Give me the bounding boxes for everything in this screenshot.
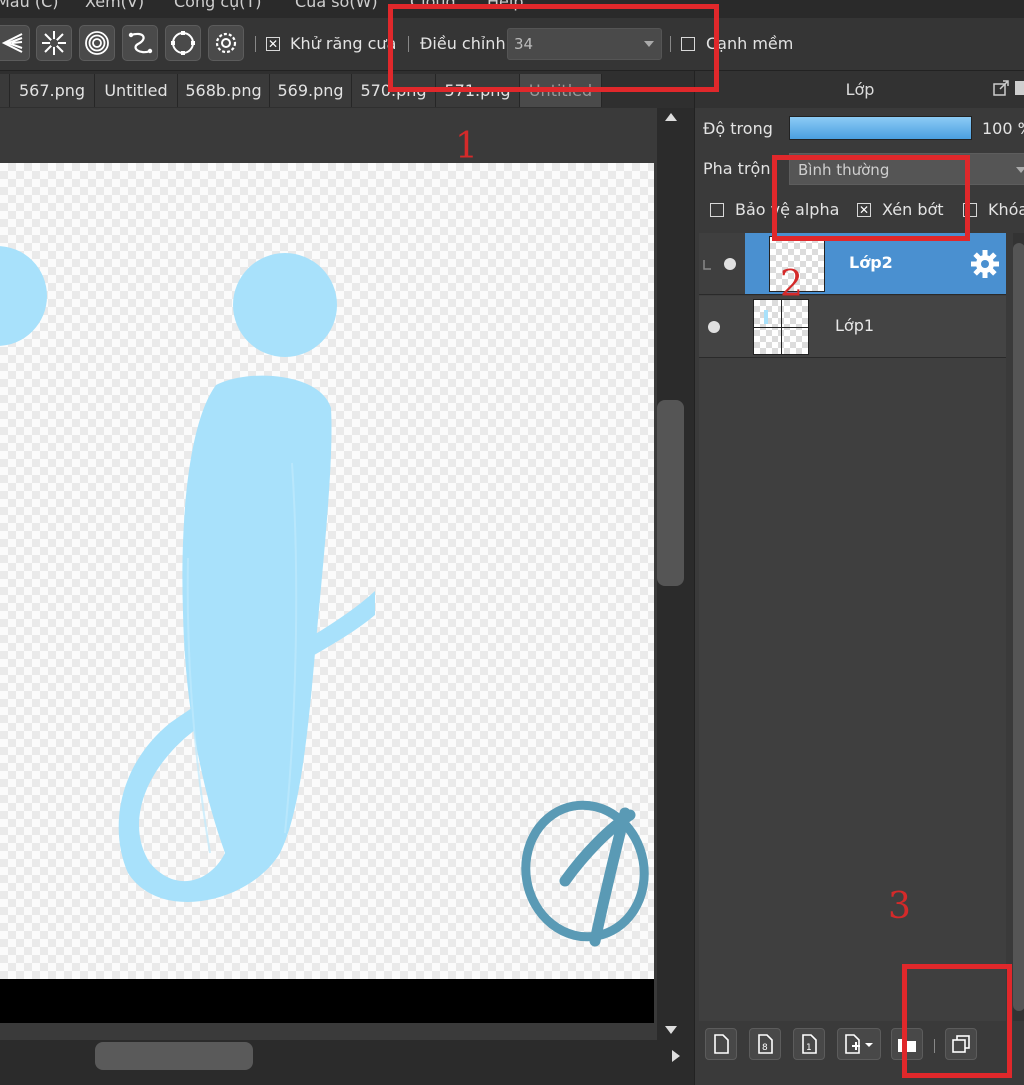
tab-document[interactable]: 569.png [270,74,352,107]
concentric-ruler-icon [85,31,109,55]
new-1bit-layer-icon: 1 [802,1034,817,1054]
layer-panel-title: Lớp [695,71,1024,108]
layer-name[interactable]: Lớp2 [849,253,893,272]
canvas-horizontal-scrollbar[interactable] [0,1040,685,1074]
canvas-area[interactable] [0,108,657,1040]
tab-document[interactable]: 568b.png [178,74,270,107]
annotation-box-3 [902,964,1012,1078]
chevron-down-icon [1016,167,1024,173]
visibility-eye-icon[interactable] [708,321,720,333]
horizontal-scroll-thumb[interactable] [95,1042,253,1070]
canvas-bottom-strip [0,1023,654,1040]
toolbar-separator [255,36,256,52]
lock-label: Khóa [988,200,1024,219]
scroll-right-icon[interactable] [671,1050,681,1062]
annotation-box-1 [388,4,719,92]
soft-edge-label: Cạnh mềm [706,34,794,53]
new-1bit-layer-button[interactable]: 1 [793,1028,825,1060]
add-layer-menu-icon [845,1034,873,1054]
new-8bit-layer-icon: 8 [758,1034,773,1054]
opacity-label: Độ trong [703,119,773,138]
opacity-slider[interactable] [789,116,972,140]
protect-alpha-checkbox[interactable] [710,203,724,217]
canvas-black-band [0,979,654,1023]
ruler-settings-icon [215,32,237,54]
layer-row-lop1[interactable]: Lớp1 [699,296,1006,358]
ruler-settings-button[interactable] [208,25,244,61]
radial-ruler-button[interactable] [36,25,72,61]
tab-document[interactable]: Untitled [95,74,178,107]
layer-thumbnail [753,299,809,355]
menu-color[interactable]: Màu (C) [0,0,59,11]
blend-label: Pha trộn [703,159,771,178]
clip-arrow-icon [703,260,711,270]
undock-icon[interactable] [993,80,1009,96]
canvas-drawing [0,246,649,947]
antialias-label: Khử răng cưa [290,34,397,53]
annotation-box-2 [772,155,970,241]
new-layer-icon [714,1034,729,1054]
new-8bit-layer-button[interactable]: 8 [749,1028,781,1060]
visibility-eye-icon[interactable] [724,258,736,270]
layer-list-scrollbar[interactable] [1013,233,1024,1021]
layer-row-lop2[interactable]: Lớp2 [699,233,1006,295]
layer-list-scroll-thumb[interactable] [1013,243,1024,1011]
annotation-label-3: 3 [888,886,911,927]
fan-ruler-icon [1,33,23,53]
annotation-label-2: 2 [780,264,803,305]
thumbnail-stroke [764,310,768,324]
svg-text:8: 8 [762,1043,768,1053]
canvas-vertical-scrollbar[interactable] [657,108,685,1048]
scroll-down-icon[interactable] [665,1025,677,1035]
radial-ruler-icon [42,31,66,55]
tab-overflow[interactable] [0,74,10,107]
layer-list: Lớp2 Lớp1 [699,233,1006,1021]
svg-text:1: 1 [806,1043,812,1053]
menu-view[interactable]: Xem(V) [85,0,144,11]
curve-ruler-icon [128,32,153,54]
vertical-scroll-thumb[interactable] [657,400,684,586]
layer-name[interactable]: Lớp1 [835,316,874,335]
new-layer-button[interactable] [705,1028,737,1060]
scroll-up-icon[interactable] [665,112,677,122]
layer-settings-gear-icon[interactable] [970,249,1000,279]
curve-ruler-button[interactable] [122,25,158,61]
annotation-label-1: 1 [455,126,478,167]
opacity-value: 100 % [982,119,1024,138]
canvas-paper[interactable] [0,163,654,979]
menu-tools[interactable]: Công cụ(T) [174,0,262,11]
antialias-checkbox[interactable]: ✕ [266,37,280,51]
stroke-dot-i [233,253,337,357]
concentric-ruler-button[interactable] [79,25,115,61]
menu-window[interactable]: Cửa sổ(W) [295,0,378,11]
circle-ruler-button[interactable] [165,25,201,61]
stroke-dot-left [0,246,47,346]
add-layer-menu-button[interactable] [837,1028,881,1060]
tab-document[interactable]: 567.png [10,74,95,107]
panel-menu-icon[interactable] [1015,81,1024,95]
circle-ruler-icon [171,31,195,55]
stroke-letter-j [118,375,375,902]
fan-ruler-button[interactable] [0,25,30,61]
